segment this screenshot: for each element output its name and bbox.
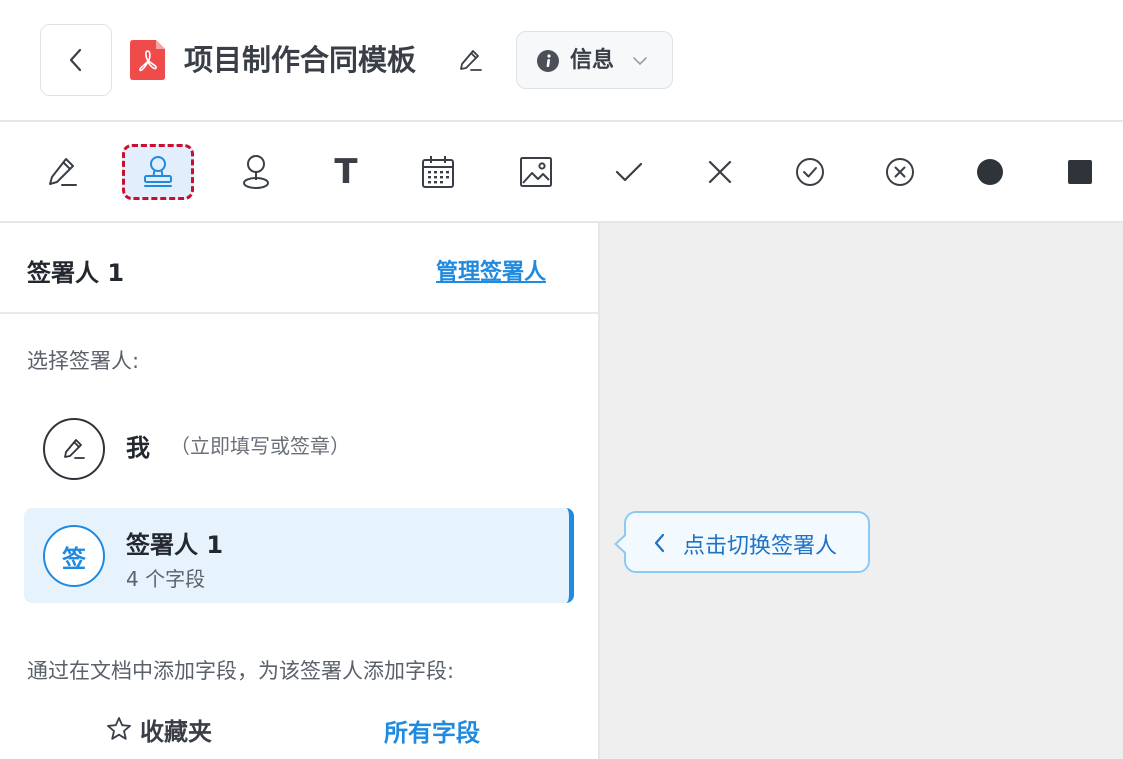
signer-option-me[interactable]: 我 （立即填写或签章） <box>24 415 574 485</box>
tool-signature[interactable] <box>26 144 98 200</box>
header-bar: 项目制作合同模板 信息 <box>0 0 1123 121</box>
text-t-icon: T <box>334 152 358 192</box>
field-toolbar: T <box>0 122 1123 221</box>
checkmark-icon <box>615 162 643 182</box>
pencil-icon <box>64 439 85 459</box>
manage-signers-link[interactable]: 管理签署人 <box>436 254 546 286</box>
tab-favorites[interactable]: 收藏夹 <box>106 713 212 746</box>
chevron-down-icon <box>633 57 647 65</box>
image-icon <box>520 157 552 187</box>
switch-signer-tooltip: 点击切换签署人 <box>614 511 870 573</box>
edit-pencil-icon[interactable] <box>456 46 484 74</box>
app-page: 项目制作合同模板 信息 T 签署人 1 管理签署人 选择签署人: 我 （立即填写… <box>0 0 1123 759</box>
tooltip-pointer-fill <box>617 535 627 553</box>
tool-filled-square[interactable] <box>1044 144 1116 200</box>
document-title: 项目制作合同模板 <box>184 43 417 77</box>
pdf-file-icon <box>130 40 165 80</box>
me-avatar <box>43 418 105 480</box>
signature-pencil-icon <box>49 158 77 186</box>
tool-stamp[interactable] <box>122 144 194 200</box>
tooltip-text: 点击切换签署人 <box>683 534 838 559</box>
document-canvas[interactable]: 点击切换签署人 <box>600 223 1123 759</box>
cross-icon <box>708 160 732 184</box>
info-dropdown[interactable]: 信息 <box>516 31 673 89</box>
tool-circle-cross[interactable] <box>864 144 936 200</box>
tool-text[interactable]: T <box>310 144 382 200</box>
signer-name: 签署人 1 <box>126 531 224 559</box>
seal-stamp-icon <box>243 155 269 189</box>
tool-cross[interactable] <box>684 144 756 200</box>
signer-field-count: 4 个字段 <box>126 567 206 591</box>
circle-cross-icon <box>886 158 914 186</box>
filled-circle-icon <box>977 159 1003 185</box>
back-button[interactable] <box>40 24 112 96</box>
panel-divider <box>0 312 598 314</box>
chevron-left-icon <box>69 48 82 72</box>
filled-square-icon <box>1068 160 1092 184</box>
star-icon <box>107 717 131 740</box>
tool-check[interactable] <box>593 144 665 200</box>
tool-date[interactable] <box>402 144 474 200</box>
signer-panel: 签署人 1 管理签署人 选择签署人: 我 （立即填写或签章） 签 签署人 1 4… <box>0 223 598 759</box>
info-dropdown-label: 信息 <box>570 48 615 73</box>
tool-seal[interactable] <box>220 144 292 200</box>
tab-all-fields[interactable]: 所有字段 <box>384 713 480 748</box>
me-name: 我 <box>126 434 150 462</box>
stamp-icon <box>144 156 172 187</box>
tool-image[interactable] <box>500 144 572 200</box>
tab-favorites-label: 收藏夹 <box>140 717 212 746</box>
add-fields-hint: 通过在文档中添加字段，为该签署人添加字段: <box>27 659 455 683</box>
signer-avatar: 签 <box>43 525 105 587</box>
tool-circle-check[interactable] <box>774 144 846 200</box>
choose-signer-label: 选择签署人: <box>27 349 140 373</box>
info-icon <box>537 50 559 72</box>
panel-heading: 签署人 1 <box>27 259 125 287</box>
signer-option-1[interactable]: 签 签署人 1 4 个字段 <box>24 508 574 603</box>
chevron-left-icon <box>654 533 665 553</box>
calendar-icon <box>422 156 454 188</box>
me-note: （立即填写或签章） <box>170 434 350 458</box>
tool-filled-circle[interactable] <box>954 144 1026 200</box>
circle-check-icon <box>796 158 824 186</box>
